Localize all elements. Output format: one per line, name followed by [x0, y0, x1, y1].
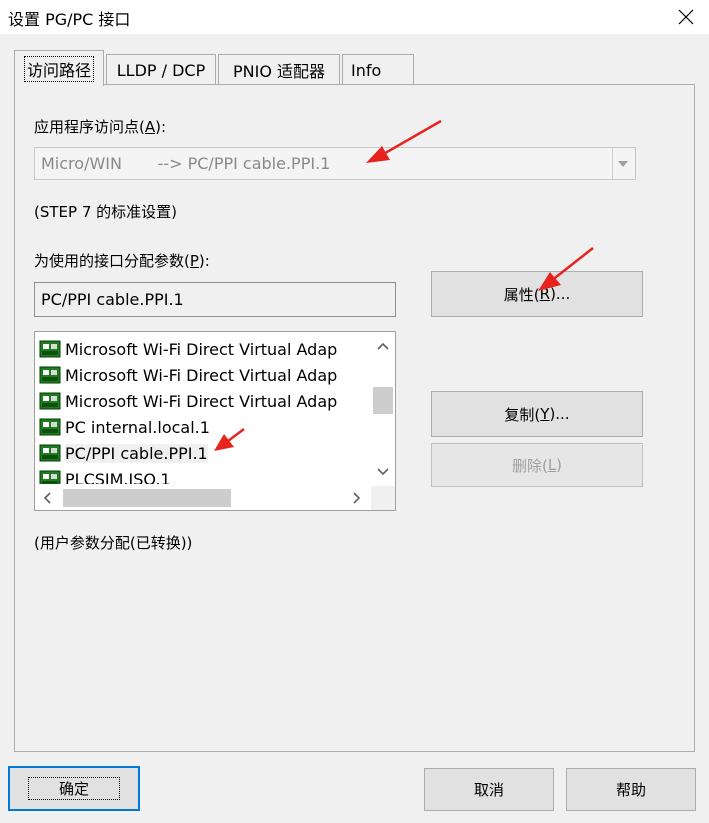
interface-params-label: 为使用的接口分配参数(P):: [34, 252, 210, 270]
dropdown-button[interactable]: [612, 148, 635, 179]
selected-interface-value: PC/PPI cable.PPI.1: [41, 290, 184, 309]
properties-button[interactable]: 属性(R)...: [431, 271, 643, 317]
chevron-right-icon[interactable]: [353, 492, 361, 504]
tab-label: LLDP / DCP: [116, 60, 206, 80]
list-item[interactable]: Microsoft Wi-Fi Direct Virtual Adap: [35, 362, 371, 388]
tab-label: PNIO 适配器: [232, 62, 326, 81]
list-item[interactable]: Microsoft Wi-Fi Direct Virtual Adap: [35, 336, 371, 362]
network-adapter-icon: [39, 340, 61, 358]
close-icon: [678, 9, 694, 25]
tab-lldp-dcp[interactable]: LLDP / DCP: [106, 54, 216, 85]
chevron-down-icon[interactable]: [377, 468, 389, 476]
network-adapter-icon: [39, 392, 61, 410]
scrollbar-corner: [371, 486, 395, 510]
access-point-label: 应用程序访问点(A):: [34, 118, 167, 136]
tab-pnio-adapter[interactable]: PNIO 适配器: [218, 54, 340, 85]
tab-label: 访问路径: [23, 55, 94, 82]
network-adapter-icon: [39, 366, 61, 384]
tab-label: Info: [351, 60, 382, 80]
user-params-note: (用户参数分配(已转换)): [34, 534, 193, 552]
horizontal-scrollbar[interactable]: [35, 486, 371, 510]
selected-interface-field: PC/PPI cable.PPI.1: [34, 282, 396, 317]
close-button[interactable]: [663, 0, 709, 34]
list-item[interactable]: PC internal.local.1: [35, 414, 371, 440]
window-title: 设置 PG/PC 接口: [8, 10, 131, 29]
delete-button[interactable]: 删除(L): [431, 443, 643, 487]
network-adapter-icon: [39, 444, 61, 462]
horizontal-scroll-thumb[interactable]: [63, 489, 231, 507]
interface-list-rows: Microsoft Wi-Fi Direct Virtual Adap Micr…: [35, 332, 371, 484]
list-item-selected[interactable]: PC/PPI cable.PPI.1: [35, 440, 371, 466]
title-bar: 设置 PG/PC 接口: [0, 0, 709, 34]
access-point-value: Micro/WIN --> PC/PPI cable.PPI.1: [41, 154, 331, 173]
network-adapter-icon: [39, 418, 61, 436]
copy-button[interactable]: 复制(Y)...: [431, 391, 643, 437]
chevron-left-icon[interactable]: [43, 492, 51, 504]
interface-list[interactable]: Microsoft Wi-Fi Direct Virtual Adap Micr…: [34, 331, 396, 511]
vertical-scrollbar[interactable]: [371, 332, 395, 484]
access-point-select[interactable]: Micro/WIN --> PC/PPI cable.PPI.1: [34, 147, 636, 180]
list-item[interactable]: Microsoft Wi-Fi Direct Virtual Adap: [35, 388, 371, 414]
vertical-scroll-thumb[interactable]: [373, 387, 393, 414]
cancel-button[interactable]: 取消: [424, 768, 554, 811]
list-item[interactable]: PLCSIM.ISO.1: [35, 466, 371, 484]
help-button[interactable]: 帮助: [566, 768, 696, 811]
network-adapter-icon: [39, 470, 61, 484]
chevron-up-icon[interactable]: [377, 342, 389, 350]
chevron-down-icon: [618, 161, 628, 167]
standard-setting-note: (STEP 7 的标准设置): [34, 203, 177, 221]
ok-button[interactable]: 确定: [8, 766, 140, 811]
tab-access-path[interactable]: 访问路径: [14, 50, 104, 86]
tab-info[interactable]: Info: [342, 54, 414, 85]
